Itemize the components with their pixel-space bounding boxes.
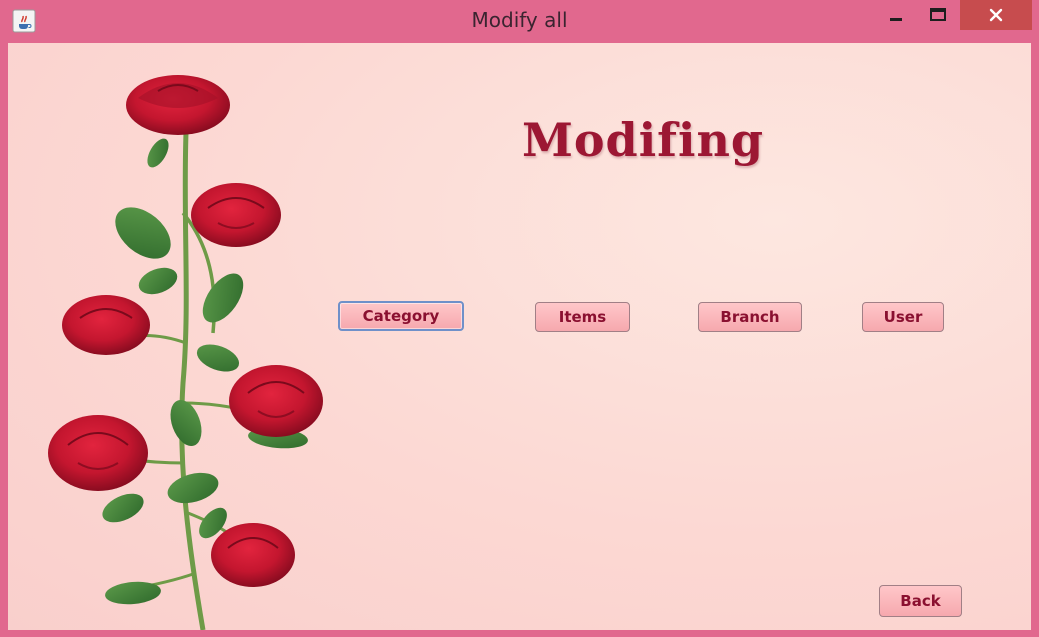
minimize-button[interactable] (876, 0, 916, 30)
title-bar[interactable]: Modify all (0, 0, 1039, 42)
close-button[interactable] (960, 0, 1032, 30)
page-heading: Modifing (521, 113, 765, 167)
content-panel: Modifing Category Items Branch User Back (8, 43, 1031, 630)
items-button[interactable]: Items (535, 302, 630, 332)
close-icon (989, 8, 1003, 22)
rose-bouquet-image (48, 75, 323, 630)
category-button[interactable]: Category (338, 301, 464, 331)
minimize-icon (890, 18, 902, 21)
application-window: Modify all Modifing Category Items Branc… (0, 0, 1039, 637)
user-button[interactable]: User (862, 302, 944, 332)
branch-button[interactable]: Branch (698, 302, 802, 332)
maximize-icon (930, 8, 946, 21)
back-button[interactable]: Back (879, 585, 962, 617)
maximize-button[interactable] (918, 0, 958, 30)
